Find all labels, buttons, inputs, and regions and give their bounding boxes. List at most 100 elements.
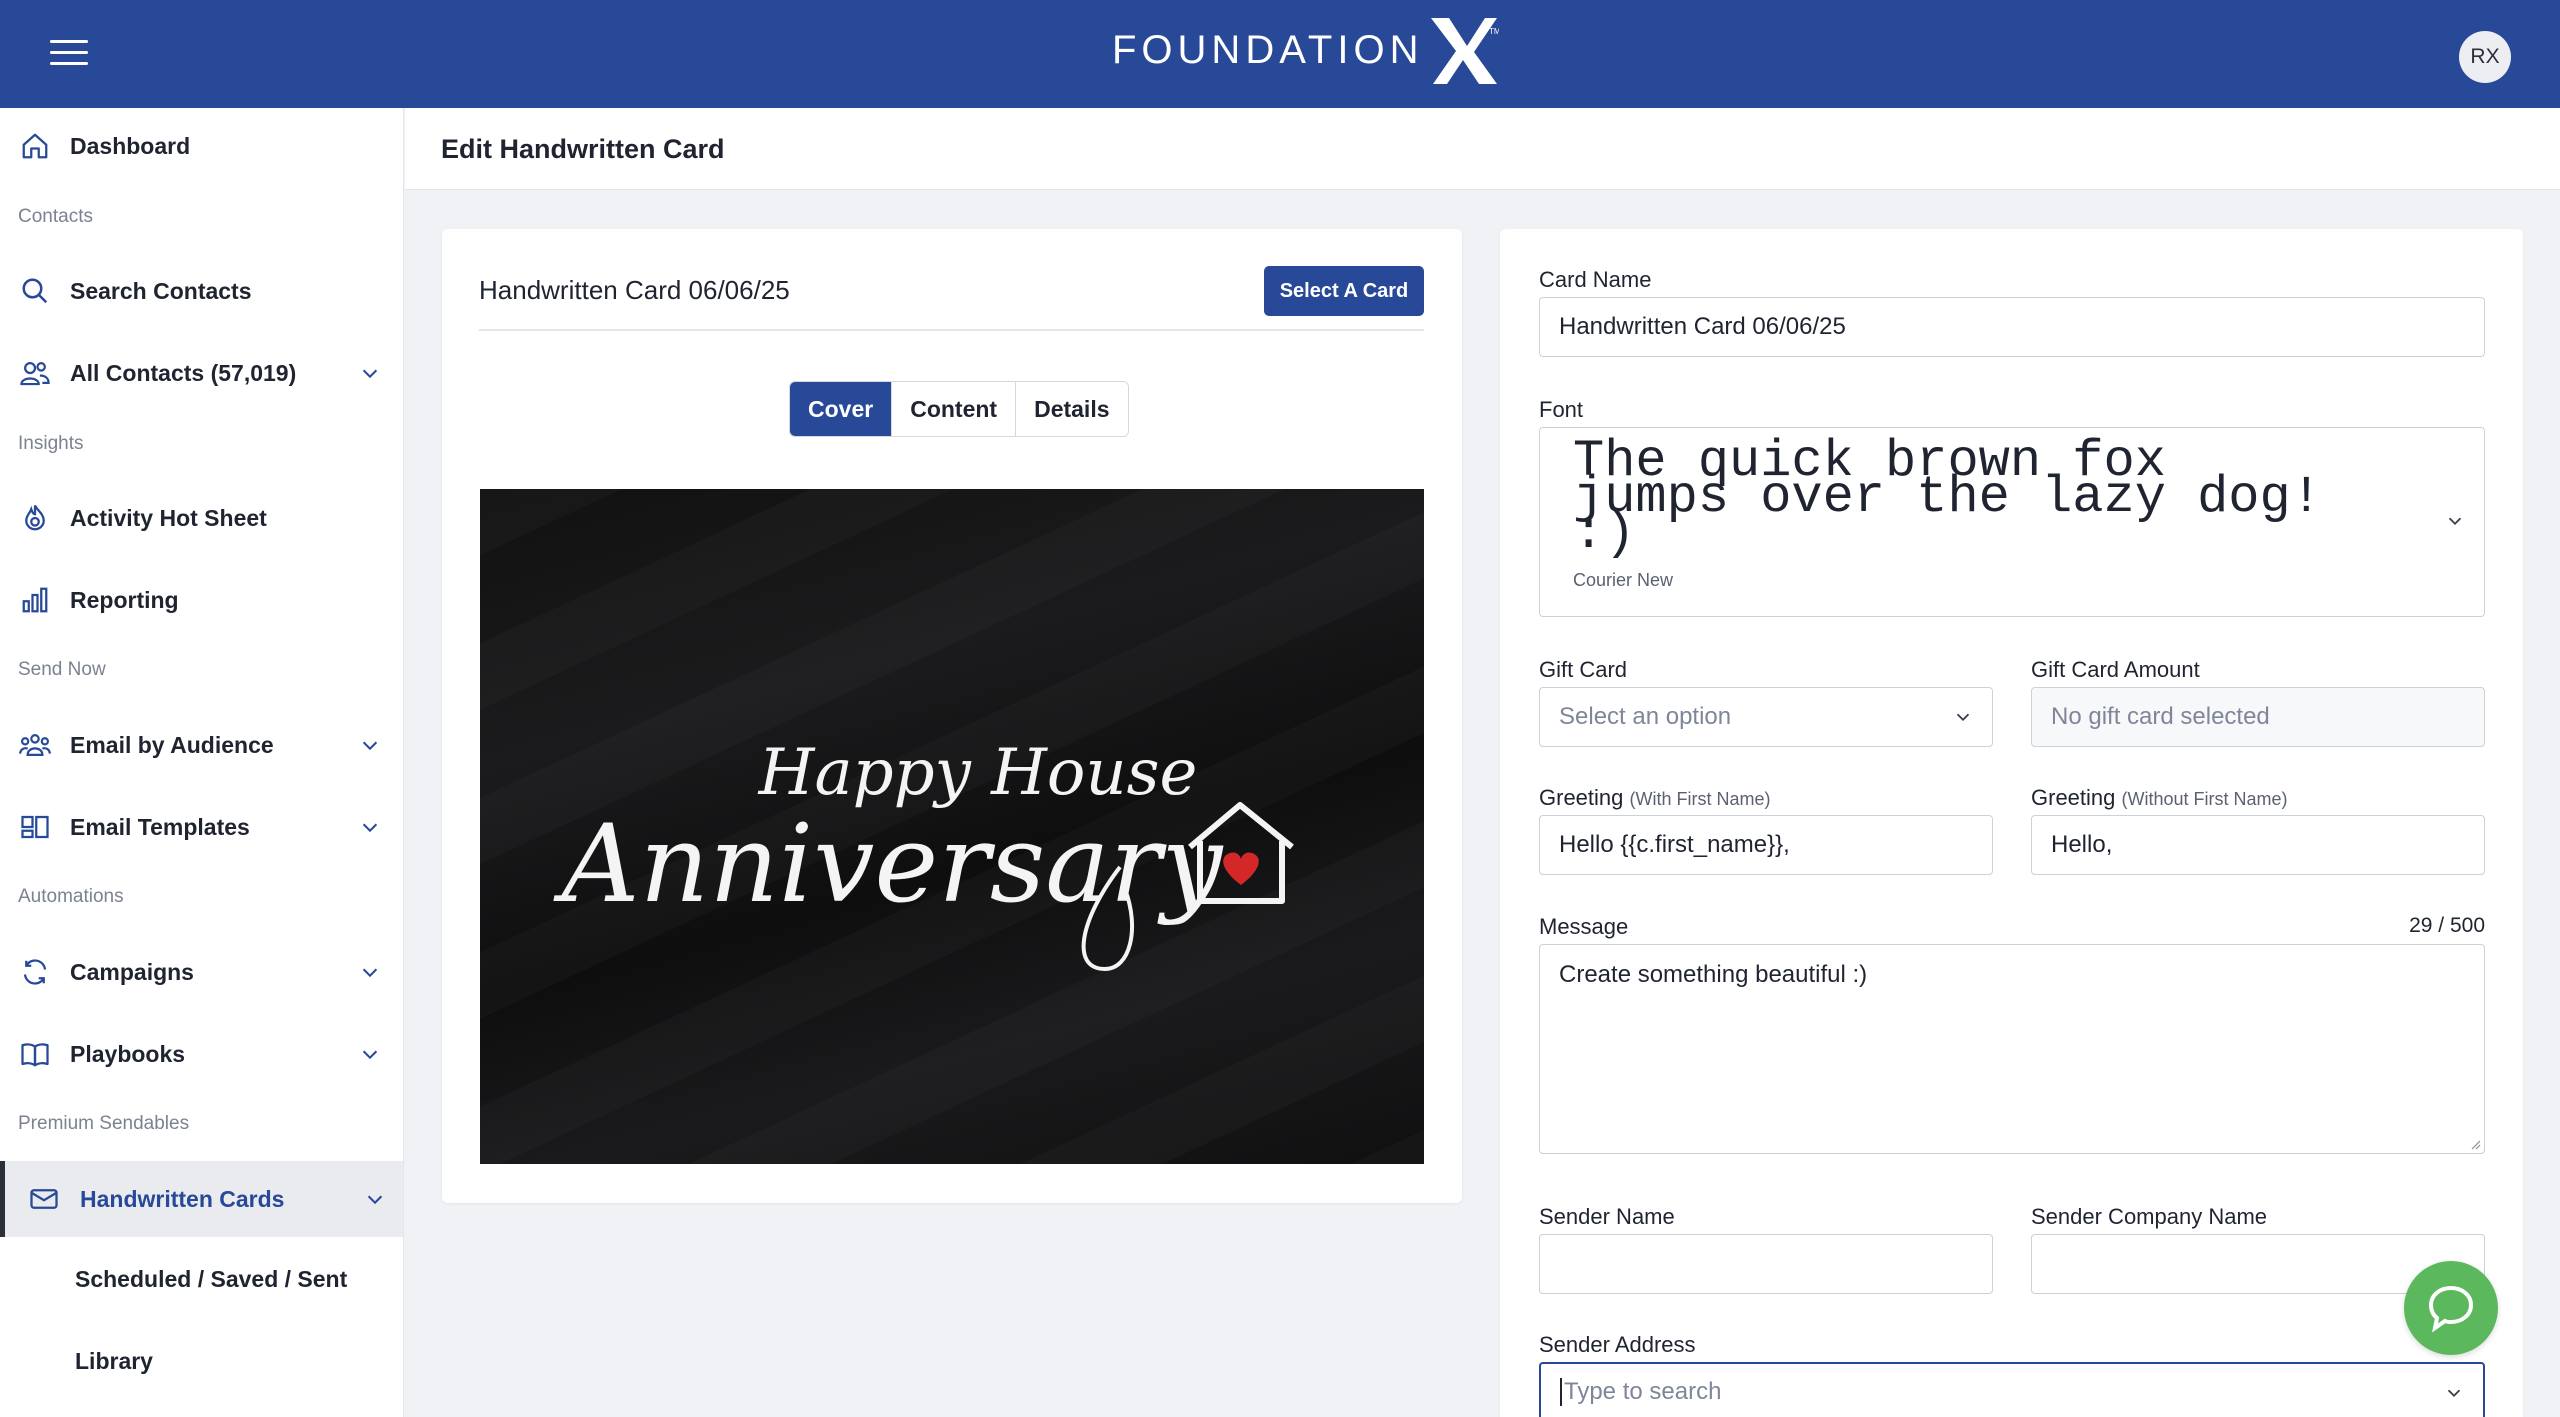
chevron-down-icon bbox=[2447, 1389, 2461, 1398]
card-form-panel: Card Name Handwritten Card 06/06/25 Font… bbox=[1500, 229, 2523, 1417]
card-name-input[interactable]: Handwritten Card 06/06/25 bbox=[1539, 297, 2485, 357]
greeting-with-label: Greeting (With First Name) bbox=[1539, 785, 1771, 811]
card-cover-image: Happy House Anniversary bbox=[480, 489, 1424, 1164]
sidebar-item-label: Dashboard bbox=[70, 132, 191, 159]
template-icon bbox=[18, 810, 52, 844]
select-card-button[interactable]: Select A Card bbox=[1264, 266, 1424, 316]
search-icon bbox=[18, 274, 52, 308]
top-bar: FOUNDATION TM RX bbox=[0, 0, 2560, 108]
chat-bubble-icon bbox=[2428, 1285, 2474, 1333]
sender-name-label: Sender Name bbox=[1539, 1204, 1675, 1229]
sender-address-input[interactable]: Type to search bbox=[1539, 1362, 2485, 1417]
section-contacts: Contacts bbox=[18, 206, 93, 227]
sidebar-subitem-library[interactable]: Library bbox=[75, 1348, 153, 1375]
sidebar-item-label: Activity Hot Sheet bbox=[70, 504, 267, 531]
greeting-with-hint: (With First Name) bbox=[1629, 789, 1771, 809]
font-preview-sample: The quick brown fox jumps over the lazy … bbox=[1573, 432, 2322, 563]
chevron-down-icon bbox=[358, 733, 382, 757]
card-art-line2: Anniversary bbox=[553, 802, 1225, 927]
sender-company-label: Sender Company Name bbox=[2031, 1204, 2268, 1229]
sidebar-item-all-contacts[interactable]: All Contacts (57,019) bbox=[0, 342, 403, 404]
sidebar-item-label: Email Templates bbox=[70, 813, 250, 840]
text-caret bbox=[1560, 1378, 1562, 1406]
tab-cover[interactable]: Cover bbox=[790, 382, 893, 436]
message-char-count: 29 / 500 bbox=[2409, 914, 2485, 937]
font-name: Courier New bbox=[1573, 570, 1674, 590]
audience-icon bbox=[18, 728, 52, 762]
card-name-label: Card Name bbox=[1539, 267, 1652, 292]
home-icon bbox=[18, 129, 52, 163]
greeting-label-text: Greeting bbox=[1539, 785, 1624, 810]
sidebar-item-email-templates[interactable]: Email Templates bbox=[0, 796, 403, 858]
message-textarea[interactable]: Create something beautiful :) bbox=[1539, 944, 2485, 1154]
hamburger-menu-icon[interactable] bbox=[50, 40, 88, 68]
greeting-without-hint: (Without First Name) bbox=[2121, 789, 2288, 809]
tab-details[interactable]: Details bbox=[1016, 382, 1128, 436]
logo-text: FOUNDATION bbox=[1112, 27, 1424, 72]
help-chat-button[interactable] bbox=[2404, 1261, 2498, 1355]
card-cover-art: Happy House Anniversary bbox=[553, 736, 1294, 972]
users-icon bbox=[18, 356, 52, 390]
sidebar-item-label: Handwritten Cards bbox=[80, 1185, 285, 1212]
font-select[interactable]: The quick brown fox jumps over the lazy … bbox=[1539, 427, 2485, 617]
sidebar: Dashboard Contacts Search Contacts All C… bbox=[0, 108, 404, 1417]
chevron-down-icon bbox=[358, 361, 382, 385]
divider bbox=[479, 329, 1424, 331]
flame-icon bbox=[18, 501, 52, 535]
font-label: Font bbox=[1539, 397, 1584, 422]
card-title: Handwritten Card 06/06/25 bbox=[479, 275, 790, 305]
section-automations: Automations bbox=[18, 886, 124, 907]
message-text: Create something beautiful :) bbox=[1559, 961, 1868, 988]
chevron-down-icon bbox=[358, 815, 382, 839]
card-art-line1: Happy House bbox=[758, 736, 1198, 810]
sidebar-item-campaigns[interactable]: Campaigns bbox=[0, 941, 403, 1003]
tab-content[interactable]: Content bbox=[892, 382, 1017, 436]
sidebar-item-label: Reporting bbox=[70, 586, 179, 613]
message-label: Message bbox=[1539, 914, 1629, 939]
section-send-now: Send Now bbox=[18, 659, 106, 680]
sidebar-subitem-scheduled[interactable]: Scheduled / Saved / Sent bbox=[75, 1266, 347, 1293]
sidebar-item-reporting[interactable]: Reporting bbox=[0, 569, 403, 631]
sidebar-item-label: Search Contacts bbox=[70, 277, 252, 304]
card-preview-panel: Handwritten Card 06/06/25 Select A Card … bbox=[442, 229, 1462, 1203]
gift-amount-field: No gift card selected bbox=[2031, 687, 2485, 747]
sender-address-placeholder: Type to search bbox=[1564, 1378, 1722, 1405]
envelope-icon bbox=[27, 1182, 61, 1216]
greeting-with-name-input[interactable]: Hello {{c.first_name}}, bbox=[1539, 815, 1993, 875]
section-insights: Insights bbox=[18, 433, 84, 454]
chevron-down-icon bbox=[1956, 713, 1970, 722]
chevron-down-icon bbox=[2448, 517, 2462, 526]
page-title: Edit Handwritten Card bbox=[441, 134, 725, 164]
sidebar-item-search-contacts[interactable]: Search Contacts bbox=[0, 260, 403, 322]
logo-x-mark: TM bbox=[1431, 18, 1499, 84]
sender-name-input[interactable] bbox=[1539, 1234, 1993, 1294]
svg-text:TM: TM bbox=[1489, 27, 1499, 36]
user-avatar[interactable]: RX bbox=[2459, 31, 2511, 83]
sender-address-label: Sender Address bbox=[1539, 1332, 1696, 1357]
sidebar-item-activity-hot-sheet[interactable]: Activity Hot Sheet bbox=[0, 487, 403, 549]
sidebar-item-dashboard[interactable]: Dashboard bbox=[0, 115, 403, 177]
chevron-down-icon bbox=[358, 1042, 382, 1066]
logo[interactable]: FOUNDATION TM bbox=[1112, 10, 1499, 90]
card-view-tabs: Cover Content Details bbox=[789, 381, 1129, 437]
gift-amount-label: Gift Card Amount bbox=[2031, 657, 2200, 682]
greeting-without-name-input[interactable]: Hello, bbox=[2031, 815, 2485, 875]
page-header: Edit Handwritten Card bbox=[405, 108, 2560, 190]
gift-card-placeholder: Select an option bbox=[1559, 703, 1732, 730]
greeting-without-label: Greeting (Without First Name) bbox=[2031, 785, 2288, 811]
bar-chart-icon bbox=[18, 583, 52, 617]
sidebar-item-label: Playbooks bbox=[70, 1040, 186, 1067]
sidebar-item-label: Campaigns bbox=[70, 958, 194, 985]
resize-grip-icon[interactable] bbox=[2469, 1138, 2481, 1150]
sidebar-item-playbooks[interactable]: Playbooks bbox=[0, 1023, 403, 1085]
sidebar-item-email-by-audience[interactable]: Email by Audience bbox=[0, 714, 403, 776]
sidebar-item-handwritten-cards[interactable]: Handwritten Cards bbox=[0, 1161, 403, 1237]
section-premium-sendables: Premium Sendables bbox=[18, 1113, 190, 1134]
greeting-label-text: Greeting bbox=[2031, 785, 2116, 810]
gift-card-label: Gift Card bbox=[1539, 657, 1628, 682]
chevron-down-icon bbox=[363, 1187, 387, 1211]
refresh-icon bbox=[18, 955, 52, 989]
gift-card-select[interactable]: Select an option bbox=[1539, 687, 1993, 747]
sidebar-item-label: All Contacts (57,019) bbox=[70, 359, 297, 386]
book-icon bbox=[18, 1037, 52, 1071]
